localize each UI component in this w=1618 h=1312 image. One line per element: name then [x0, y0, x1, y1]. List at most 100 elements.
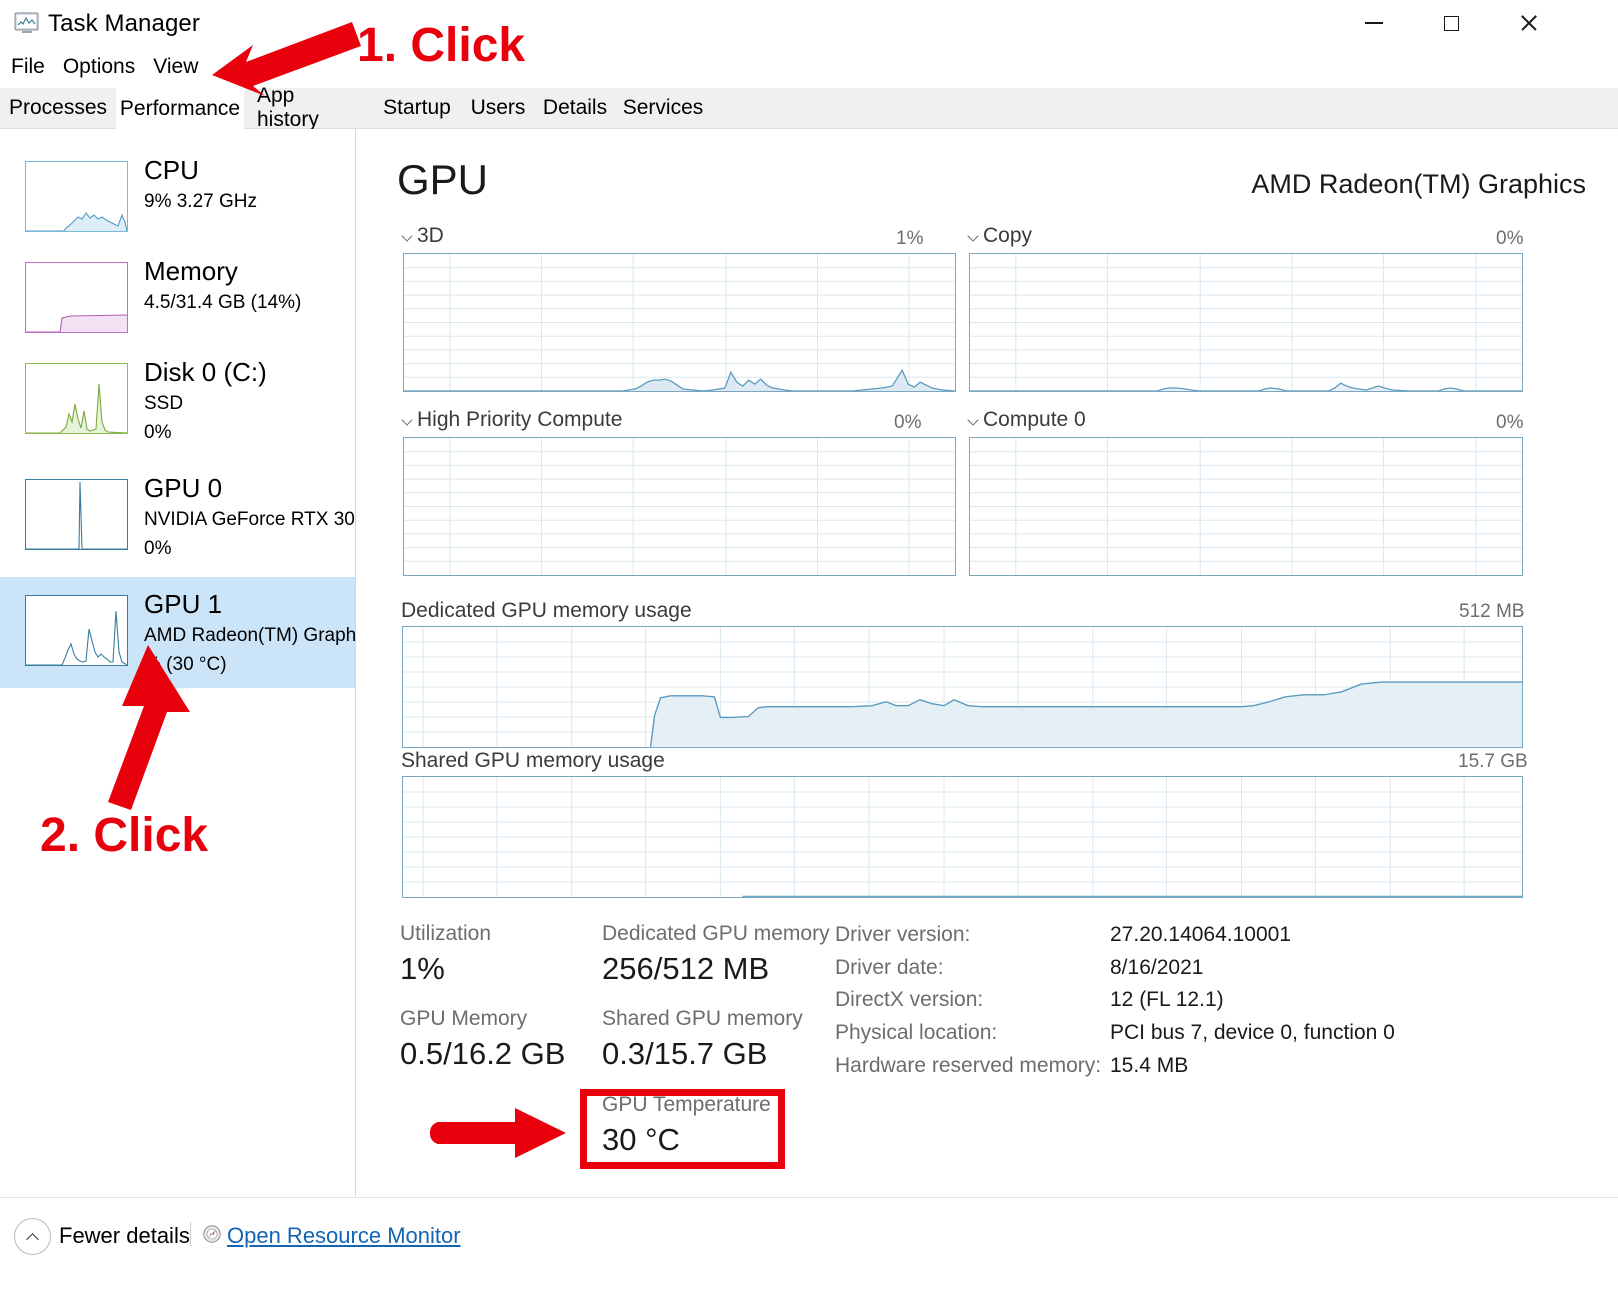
gpu-device-name: AMD Radeon(TM) Graphics — [1251, 169, 1586, 199]
shared-memory-chart — [402, 776, 1523, 898]
engine-label-copy[interactable]: Copy — [968, 224, 1032, 248]
sidebar-item-sub-gpu1-pct: % (30 °C) — [144, 654, 227, 675]
sidebar-memory-text: Memory 4.5/31.4 GB (14%) — [144, 254, 355, 317]
info-value-hardware-reserved-memory: 15.4 MB — [1110, 1054, 1189, 1077]
sidebar-item-label-cpu: CPU — [144, 155, 199, 185]
annotation-step-1-text: 1. Click — [357, 19, 526, 72]
fewer-details-toggle[interactable] — [14, 1218, 51, 1255]
gpu-detail-panel: GPU AMD Radeon(TM) Graphics 3D 1% Copy 0… — [356, 129, 1618, 1196]
engine-label-compute-0[interactable]: Compute 0 — [968, 408, 1086, 432]
sidebar-item-disk0[interactable]: Disk 0 (C:) SSD 0% — [0, 345, 355, 455]
engine-label-high-priority-compute[interactable]: High Priority Compute — [402, 408, 622, 432]
dedicated-memory-chart — [402, 626, 1523, 748]
minimize-icon — [1365, 22, 1383, 24]
page-title: GPU — [397, 156, 489, 203]
stat-value-shared-gpu-memory: 0.3/15.7 GB — [602, 1036, 768, 1071]
engine-chart-high-priority-compute — [403, 437, 956, 576]
fewer-details-label[interactable]: Fewer details — [59, 1223, 190, 1249]
sidebar-item-sub-cpu: 9% 3.27 GHz — [144, 191, 257, 212]
dedicated-memory-max: 512 MB — [1459, 601, 1525, 622]
tab-performance[interactable]: Performance — [116, 88, 244, 129]
info-value-driver-date: 8/16/2021 — [1110, 956, 1204, 979]
engine-chart-copy — [969, 253, 1523, 392]
info-value-physical-location: PCI bus 7, device 0, function 0 — [1110, 1021, 1395, 1044]
chevron-down-icon — [402, 231, 413, 242]
tab-startup[interactable]: Startup — [371, 88, 463, 128]
sidebar-item-sub-disk0-pct: 0% — [144, 422, 172, 443]
engine-label-3d[interactable]: 3D — [402, 224, 444, 248]
engine-percent-copy: 0% — [1496, 228, 1524, 249]
sidebar-item-sub-gpu1-model: AMD Radeon(TM) Graph — [144, 625, 356, 646]
tab-services[interactable]: Services — [617, 88, 709, 128]
tab-details[interactable]: Details — [533, 88, 617, 128]
sidebar-disk0-text: Disk 0 (C:) SSD 0% — [144, 355, 355, 447]
sidebar-item-label-disk0: Disk 0 (C:) — [144, 357, 267, 387]
sidebar-item-memory[interactable]: Memory 4.5/31.4 GB (14%) — [0, 244, 355, 339]
engine-chart-compute-0 — [969, 437, 1523, 576]
dedicated-memory-label: Dedicated GPU memory usage — [401, 599, 692, 622]
tab-users[interactable]: Users — [463, 88, 533, 128]
menu-item-view[interactable]: View — [144, 55, 207, 79]
tab-processes[interactable]: Processes — [0, 88, 116, 128]
info-value-directx-version: 12 (FL 12.1) — [1110, 988, 1224, 1011]
info-label-hardware-reserved-memory: Hardware reserved memory: — [835, 1054, 1102, 1077]
gpu-temperature-highlight-box — [580, 1089, 785, 1169]
sidebar-gpu0-text: GPU 0 NVIDIA GeForce RTX 30 0% — [144, 471, 355, 563]
sidebar-item-gpu1[interactable]: GPU 1 AMD Radeon(TM) Graph % (30 °C) — [0, 577, 355, 688]
resource-monitor-icon — [202, 1224, 222, 1244]
sidebar-item-sub-disk0-type: SSD — [144, 393, 184, 414]
maximize-button[interactable] — [1415, 0, 1487, 46]
chevron-down-icon — [968, 415, 979, 426]
fewer-details-text: Fewer details — [59, 1223, 190, 1248]
engine-name-copy: Copy — [983, 224, 1033, 247]
footer-divider — [190, 1222, 191, 1246]
info-label-driver-date: Driver date: — [835, 956, 944, 979]
sidebar-item-gpu0[interactable]: GPU 0 NVIDIA GeForce RTX 30 0% — [0, 461, 355, 571]
engine-percent-3d: 1% — [896, 228, 924, 249]
info-value-driver-version: 27.20.14064.10001 — [1110, 923, 1292, 946]
shared-memory-label: Shared GPU memory usage — [401, 749, 665, 772]
stat-value-gpu-memory: 0.5/16.2 GB — [400, 1036, 566, 1071]
close-button[interactable] — [1493, 0, 1565, 46]
tab-app-history[interactable]: App history — [244, 84, 371, 131]
annotation-step-2-text: 2. Click — [40, 809, 209, 862]
shared-memory-max: 15.7 GB — [1458, 751, 1528, 772]
close-icon — [1519, 13, 1539, 33]
engine-name-compute-0: Compute 0 — [983, 408, 1086, 431]
stat-value-dedicated-gpu-memory: 256/512 MB — [602, 951, 770, 986]
stat-value-utilization: 1% — [400, 951, 445, 986]
stat-label-dedicated-gpu-memory: Dedicated GPU memory — [602, 922, 830, 945]
gpu1-thumbnail-graph — [25, 595, 128, 666]
engine-name-high-priority-compute: High Priority Compute — [417, 408, 623, 431]
sidebar-gpu1-text: GPU 1 AMD Radeon(TM) Graph % (30 °C) — [144, 587, 356, 679]
info-label-driver-version: Driver version: — [835, 923, 971, 946]
engine-percent-compute-0: 0% — [1496, 412, 1524, 433]
performance-sidebar: CPU 9% 3.27 GHz Memory 4.5/31.4 GB (14%)… — [0, 129, 356, 1196]
engine-name-3d: 3D — [417, 224, 444, 247]
sidebar-item-label-memory: Memory — [144, 256, 238, 286]
engine-percent-high-priority-compute: 0% — [894, 412, 922, 433]
info-label-physical-location: Physical location: — [835, 1021, 998, 1044]
menu-item-options[interactable]: Options — [54, 55, 144, 79]
menu-bar: File Options View — [0, 50, 207, 84]
sidebar-item-sub-gpu0-model: NVIDIA GeForce RTX 30 — [144, 509, 355, 530]
minimize-button[interactable] — [1338, 0, 1410, 46]
chevron-down-icon — [968, 231, 979, 242]
window-title: Task Manager — [48, 10, 200, 37]
memory-thumbnail-graph — [25, 262, 128, 333]
info-label-directx-version: DirectX version: — [835, 988, 984, 1011]
open-resource-monitor-link[interactable]: Open Resource Monitor — [227, 1223, 461, 1249]
sidebar-item-label-gpu0: GPU 0 — [144, 473, 223, 503]
title-bar: Task Manager — [0, 0, 1618, 48]
menu-item-file[interactable]: File — [0, 55, 54, 79]
gpu0-thumbnail-graph — [25, 479, 128, 550]
cpu-thumbnail-graph — [25, 161, 128, 232]
sidebar-item-sub-memory: 4.5/31.4 GB (14%) — [144, 292, 302, 313]
stat-label-utilization: Utilization — [400, 922, 492, 945]
task-manager-icon — [14, 11, 40, 35]
sidebar-item-cpu[interactable]: CPU 9% 3.27 GHz — [0, 143, 355, 238]
chevron-up-icon — [26, 1233, 39, 1241]
chevron-down-icon — [402, 415, 413, 426]
disk-thumbnail-graph — [25, 363, 128, 434]
status-bar — [0, 1197, 1618, 1312]
